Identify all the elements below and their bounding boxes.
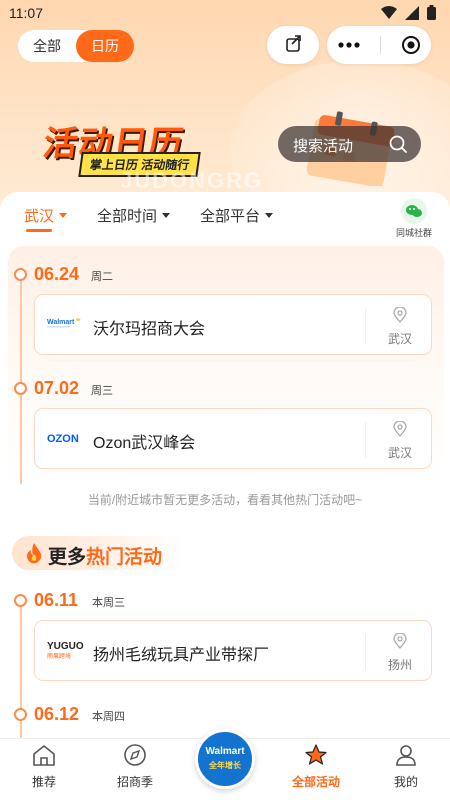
battery-icon xyxy=(427,5,436,20)
event-location: 武汉 xyxy=(377,420,423,461)
status-bar: 11:07 xyxy=(0,0,450,26)
search-activities-button[interactable]: 搜索活动 xyxy=(278,126,421,162)
city-filter[interactable]: 武汉 xyxy=(24,205,68,232)
event-location: 扬州 xyxy=(377,632,423,673)
user-icon xyxy=(396,745,416,766)
tab-recommend[interactable]: 推荐 xyxy=(9,743,79,790)
event-city: 武汉 xyxy=(387,446,412,460)
event-card[interactable]: YUGUO 雨果跨境 扬州毛绒玩具产业带探厂 扬州 xyxy=(34,620,432,681)
event-title: 扬州毛绒玩具产业带探厂 xyxy=(93,647,270,664)
event-card[interactable]: OZON Ozon武汉峰会 武汉 xyxy=(34,408,432,469)
wechat-group-button[interactable]: 同城社群 xyxy=(394,198,434,239)
yuguo-logo-subtext: 雨果跨境 xyxy=(47,652,71,660)
star-icon xyxy=(305,744,327,765)
tab-label: 招商季 xyxy=(116,775,153,789)
walmart-logo-text: Walmart xyxy=(47,319,75,326)
event-title: Ozon武汉峰会 xyxy=(93,435,196,452)
walmart-logo: Walmart xyxy=(47,315,83,336)
timeline-line xyxy=(20,274,22,484)
compass-icon xyxy=(124,744,146,766)
location-pin-icon xyxy=(393,420,407,437)
banner-watermark: JUDONGRG xyxy=(120,168,264,193)
toggle-calendar[interactable]: 日历 xyxy=(76,30,134,62)
time-filter-label: 全部时间 xyxy=(97,208,158,225)
tab-season[interactable]: 招商季 xyxy=(100,743,170,790)
event-date: 06.11 xyxy=(34,590,79,610)
timeline-dot xyxy=(14,708,27,721)
event-date: 06.24 xyxy=(34,264,80,284)
platform-filter[interactable]: 全部平台 xyxy=(200,205,274,226)
card-divider xyxy=(365,308,366,344)
wifi-icon xyxy=(381,5,397,19)
event-card[interactable]: Walmart 沃尔玛招商大会 武汉 xyxy=(34,294,432,355)
active-underline xyxy=(26,229,52,232)
timeline-dot xyxy=(14,268,27,281)
miniapp-capsule xyxy=(327,26,431,64)
event-weekday: 周三 xyxy=(91,385,113,397)
wechat-icon xyxy=(401,198,427,224)
yuguo-logo: YUGUO 雨果跨境 xyxy=(47,639,85,666)
share-button[interactable] xyxy=(267,26,319,64)
event-weekday: 周二 xyxy=(91,271,113,283)
chevron-down-icon xyxy=(59,213,68,218)
fire-icon xyxy=(27,543,42,564)
timeline-dot xyxy=(14,594,27,607)
close-miniapp-icon[interactable] xyxy=(401,35,421,55)
content-sheet: 武汉 全部时间 全部平台 同城社群 06.24 周二 Walmart 沃尔玛招商… xyxy=(0,192,450,738)
event-city: 武汉 xyxy=(387,332,412,346)
hot-title-prefix: 更多 xyxy=(48,547,87,568)
event-weekday: 本周四 xyxy=(92,711,125,723)
walmart-growth-button[interactable]: Walmart 全年增长 xyxy=(195,729,255,789)
tab-label: 推荐 xyxy=(31,775,56,789)
event-city: 扬州 xyxy=(387,658,412,672)
toggle-all[interactable]: 全部 xyxy=(18,30,76,62)
search-label: 搜索活动 xyxy=(293,138,354,155)
tab-mine[interactable]: 我的 xyxy=(371,743,441,790)
event-date: 07.02 xyxy=(34,378,80,398)
hot-title-accent: 热门活动 xyxy=(86,547,163,568)
city-filter-label: 武汉 xyxy=(24,208,55,225)
filter-bar: 武汉 全部时间 全部平台 同城社群 xyxy=(0,192,450,238)
time-filter[interactable]: 全部时间 xyxy=(97,205,171,226)
chevron-down-icon xyxy=(162,213,171,218)
center-button-title: Walmart xyxy=(205,746,245,757)
view-toggle: 全部 日历 xyxy=(18,30,134,62)
tab-all-events[interactable]: 全部活动 xyxy=(281,743,351,790)
event-title: 沃尔玛招商大会 xyxy=(93,321,206,338)
location-pin-icon xyxy=(393,632,407,649)
chevron-down-icon xyxy=(265,213,274,218)
ozon-logo-text: OZON xyxy=(47,433,79,445)
location-pin-icon xyxy=(393,306,407,323)
tab-label: 我的 xyxy=(393,775,418,789)
search-icon xyxy=(389,135,407,153)
card-divider xyxy=(365,634,366,670)
signal-icon xyxy=(405,5,419,20)
hot-section-title: 更多热门活动 xyxy=(48,542,162,569)
platform-filter-label: 全部平台 xyxy=(200,208,261,225)
more-icon[interactable] xyxy=(337,41,361,49)
event-weekday: 本周三 xyxy=(92,597,125,609)
timeline-dot xyxy=(14,382,27,395)
no-more-events-text: 当前/附近城市暂无更多活动，看看其他热门活动吧~ xyxy=(87,493,363,507)
bottom-tab-bar: 推荐 招商季 Walmart 全年增长 全部活动 我的 xyxy=(0,729,450,800)
yuguo-logo-text: YUGUO xyxy=(47,641,84,652)
center-button-subtitle: 全年增长 xyxy=(209,761,241,770)
event-date: 06.12 xyxy=(34,704,80,724)
capsule-divider xyxy=(380,36,382,54)
home-icon xyxy=(33,745,55,766)
status-time: 11:07 xyxy=(9,5,43,21)
status-icons xyxy=(381,5,436,20)
event-location: 武汉 xyxy=(377,306,423,347)
card-divider xyxy=(365,422,366,458)
share-icon xyxy=(286,35,301,52)
ozon-logo: OZON xyxy=(47,431,83,450)
tab-label: 全部活动 xyxy=(291,775,340,789)
wechat-group-label: 同城社群 xyxy=(395,228,432,238)
